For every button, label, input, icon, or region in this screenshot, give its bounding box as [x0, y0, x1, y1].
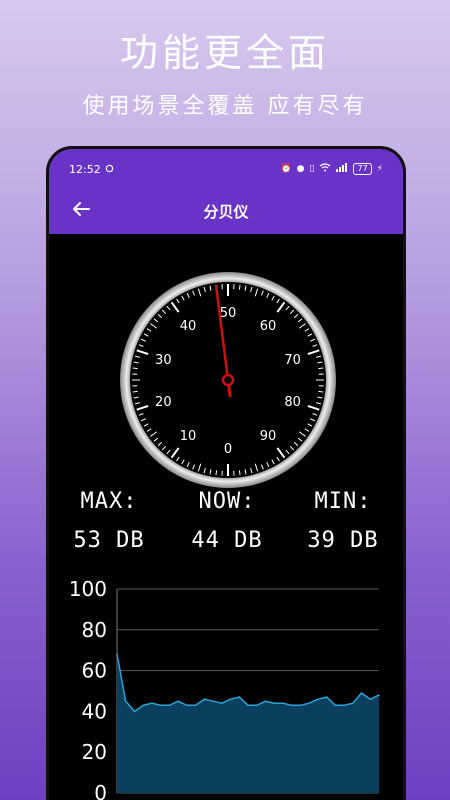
- chart-point: [116, 653, 118, 656]
- gauge-label: 70: [284, 353, 301, 368]
- gauge-label: 10: [180, 429, 197, 444]
- chart-point: [299, 704, 302, 707]
- max-value: 53 DB: [73, 528, 145, 553]
- gauge-tick: [238, 470, 241, 476]
- promo-title: 功能更全面: [119, 31, 330, 75]
- now-value: 44 DB: [191, 528, 263, 553]
- chart-y-tick-label: 80: [82, 618, 107, 642]
- decibel-gauge: 0 10 20 30 40 50 60 70 80 90: [120, 272, 336, 488]
- chart-point: [308, 702, 310, 704]
- chart-y-tick-label: 100: [69, 577, 107, 601]
- chart-point: [133, 710, 136, 713]
- arrow-left-icon: [72, 201, 90, 221]
- chart-point: [273, 702, 275, 704]
- wifi-icon: [319, 163, 331, 175]
- gauge-tick: [132, 390, 138, 393]
- alarm-icon: ⏰: [280, 164, 292, 174]
- status-time: 12:52: [69, 162, 101, 176]
- chart-point: [168, 704, 171, 707]
- location-icon: ●: [296, 164, 305, 174]
- status-bar: 12:52 ⏰ ● ▯ 77 ⚡: [49, 149, 403, 189]
- battery-icon: 77: [353, 163, 372, 175]
- chart-point: [334, 704, 337, 707]
- min-readout: MIN: 39 DB: [283, 489, 403, 553]
- chart-point: [360, 692, 363, 694]
- gauge-label: 80: [284, 395, 301, 410]
- chart-point: [282, 702, 284, 704]
- chart-point: [264, 700, 267, 702]
- chart-point: [229, 698, 232, 700]
- min-label: MIN:: [314, 489, 372, 514]
- chart-point: [369, 698, 372, 700]
- chart-point: [203, 698, 206, 700]
- chart-point: [212, 700, 214, 702]
- chart-line: [116, 654, 380, 713]
- chart-point: [352, 702, 354, 704]
- gauge-tick: [132, 367, 138, 370]
- chart-point: [159, 704, 162, 707]
- max-readout: MAX: 53 DB: [49, 489, 169, 553]
- vibrate-icon: ▯: [309, 164, 315, 174]
- gauge-label: 90: [260, 429, 277, 444]
- chart-y-tick-label: 60: [82, 659, 107, 683]
- promo-subtitle: 使用场景全覆盖 应有尽有: [82, 94, 368, 119]
- chart-point: [221, 702, 223, 704]
- chart-area: [117, 654, 379, 793]
- now-readout: NOW: 44 DB: [167, 489, 287, 553]
- chart-point: [343, 704, 345, 707]
- chart-y-tick-label: 40: [82, 699, 107, 723]
- chart-point: [378, 694, 380, 696]
- gauge-tick: [238, 284, 241, 290]
- chart-point: [247, 704, 249, 707]
- gauge-tick: [215, 470, 218, 476]
- gauge-label: 20: [155, 395, 172, 410]
- decibel-history-chart: 0 20 40 60 80 100: [69, 577, 380, 800]
- chart-point: [255, 704, 258, 707]
- gauge-label: 0: [224, 442, 232, 457]
- chart-point: [124, 700, 127, 702]
- chart-y-tick-label: 0: [94, 781, 107, 800]
- gauge-label: 50: [220, 306, 237, 321]
- chart-point: [194, 704, 197, 707]
- gauge-tick: [318, 367, 324, 370]
- chart-y-tick-label: 20: [82, 740, 107, 764]
- chart-point: [151, 702, 153, 704]
- sync-icon: [105, 163, 114, 176]
- chart-point: [142, 704, 144, 707]
- app-bar: 分贝仪: [49, 189, 403, 234]
- charging-icon: ⚡: [376, 164, 383, 174]
- gauge-label: 40: [180, 319, 197, 334]
- chart-point: [186, 704, 188, 707]
- chart-point: [177, 700, 179, 702]
- signal-icon: [336, 163, 348, 175]
- app-title: 分贝仪: [203, 203, 249, 221]
- gauge-tick: [318, 390, 324, 393]
- now-label: NOW:: [198, 489, 256, 514]
- chart-point: [290, 704, 293, 707]
- chart-point: [238, 696, 241, 698]
- min-value: 39 DB: [307, 528, 379, 553]
- gauge-hub: [221, 373, 235, 387]
- gauge-label: 30: [155, 353, 172, 368]
- max-label: MAX:: [80, 489, 138, 514]
- chart-point: [325, 696, 328, 698]
- phone-frame: 12:52 ⏰ ● ▯ 77 ⚡ 分贝仪 0 10 20 30 40 50 60…: [46, 146, 406, 800]
- chart-point: [317, 698, 319, 700]
- back-button[interactable]: [67, 197, 95, 225]
- gauge-label: 60: [260, 319, 277, 334]
- chart-y-ticks: 0 20 40 60 80 100: [69, 577, 107, 800]
